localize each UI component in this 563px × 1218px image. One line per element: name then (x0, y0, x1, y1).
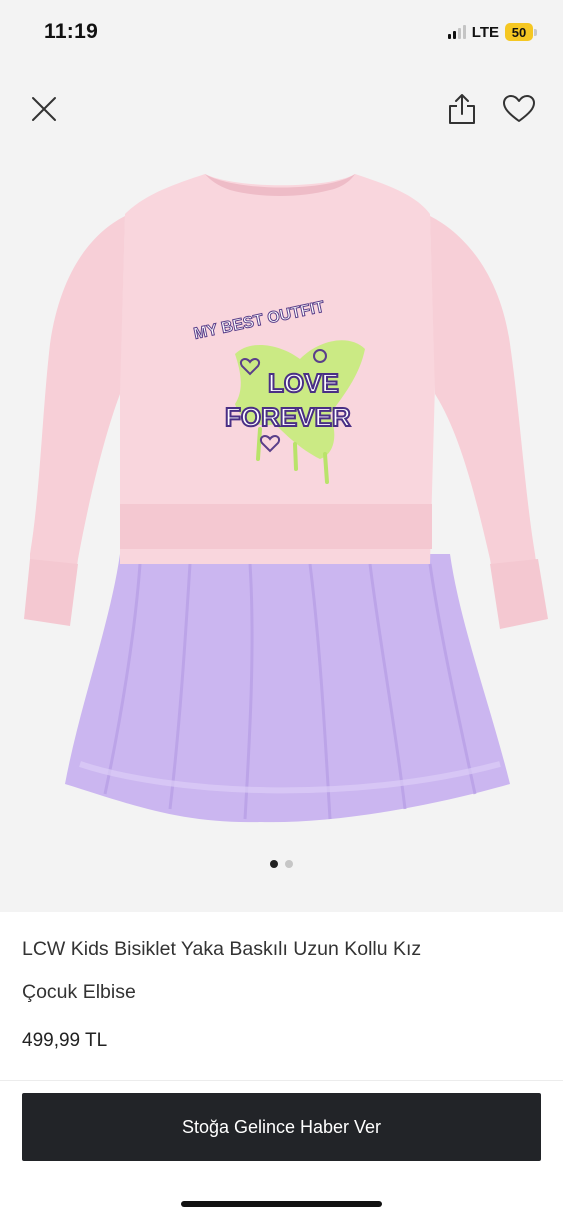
tulle-skirt (65, 554, 510, 823)
close-icon (32, 97, 56, 121)
product-title-line-1: LCW Kids Bisiklet Yaka Baskılı Uzun Koll… (22, 938, 422, 960)
print-text-forever: FOREVER (225, 402, 351, 432)
product-title: LCW Kids Bisiklet Yaka Baskılı Uzun Koll… (22, 928, 542, 1014)
product-price: 499,99 TL (22, 1030, 108, 1051)
home-indicator[interactable] (181, 1201, 382, 1207)
status-indicators: LTE 50 (447, 23, 537, 41)
status-time: 11:19 (44, 20, 99, 43)
battery-icon: 50 (505, 23, 537, 41)
heart-icon (503, 95, 535, 122)
signal-icon (447, 25, 466, 39)
battery-level: 50 (505, 23, 533, 41)
pagination-dot-active[interactable] (270, 860, 278, 868)
favorite-button[interactable] (501, 91, 537, 127)
product-info: LCW Kids Bisiklet Yaka Baskılı Uzun Koll… (22, 928, 542, 1052)
share-icon (449, 94, 475, 124)
gallery-pagination[interactable] (0, 860, 563, 868)
product-title-line-2: Çocuk Elbise (22, 981, 136, 1003)
network-label: LTE (471, 23, 499, 41)
product-gallery[interactable]: MY BEST OUTFIT LOVE FOREVER (0, 64, 563, 912)
share-button[interactable] (444, 91, 480, 127)
bottom-bar: Stoğa Gelince Haber Ver (0, 1080, 563, 1218)
print-text-love: LOVE (268, 368, 339, 398)
pagination-dot[interactable] (285, 860, 293, 868)
status-bar: 11:19 LTE 50 (0, 0, 563, 64)
close-button[interactable] (26, 91, 62, 127)
notify-when-in-stock-button[interactable]: Stoğa Gelince Haber Ver (22, 1093, 541, 1161)
product-image[interactable]: MY BEST OUTFIT LOVE FOREVER (20, 164, 550, 854)
